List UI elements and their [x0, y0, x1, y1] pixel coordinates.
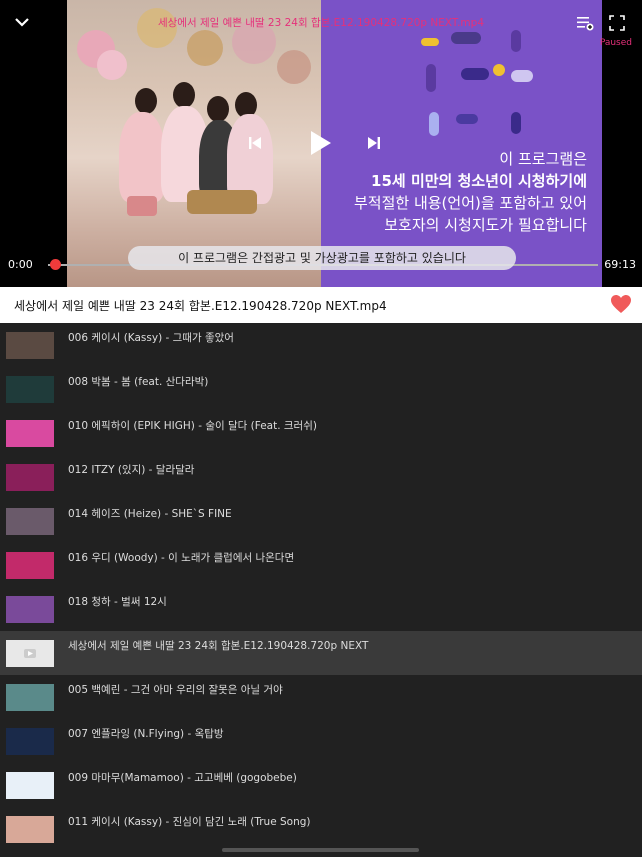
list-item-label: 005 백예린 - 그건 아마 우리의 잘못은 아닐 거야: [68, 684, 283, 696]
thumbnail: [6, 332, 54, 359]
list-item-label: 018 청하 - 벌써 12시: [68, 596, 167, 608]
thumbnail: [6, 464, 54, 491]
list-item-label: 009 마마무(Mamamoo) - 고고베베 (gogobebe): [68, 772, 297, 784]
previous-icon[interactable]: [244, 132, 266, 154]
rating-line-4: 보호자의 시청지도가 필요합니다: [384, 216, 587, 234]
collapse-chevron-icon[interactable]: [12, 12, 32, 32]
list-item[interactable]: 018 청하 - 벌써 12시: [0, 587, 642, 631]
rating-notice: 이 프로그램은 15세 미만의 청소년이 시청하기에 부적절한 내용(언어)을 …: [347, 148, 587, 236]
thumbnail: [6, 596, 54, 623]
list-item-label: 010 에픽하이 (EPIK HIGH) - 술이 달다 (Feat. 크러쉬): [68, 420, 317, 432]
list-item[interactable]: 012 ITZY (있지) - 달라달라: [0, 455, 642, 499]
list-item-label: 세상에서 제일 예쁜 내딸 23 24회 합본.E12.190428.720p …: [68, 640, 369, 652]
list-item-label: 014 헤이즈 (Heize) - SHE`S FINE: [68, 508, 232, 520]
thumbnail: [6, 640, 54, 667]
list-item-label: 016 우디 (Woody) - 이 노래가 클럽에서 나온다면: [68, 552, 295, 564]
list-item[interactable]: 016 우디 (Woody) - 이 노래가 클럽에서 나온다면: [0, 543, 642, 587]
thumbnail: [6, 816, 54, 843]
overlay-title: 세상에서 제일 예쁜 내딸 23 24회 합본.E12.190428.720p …: [157, 17, 485, 29]
current-time: 0:00: [8, 258, 33, 271]
list-item[interactable]: 014 헤이즈 (Heize) - SHE`S FINE: [0, 499, 642, 543]
rating-line-3: 부적절한 내용(언어)을 포함하고 있어: [353, 194, 587, 212]
list-item[interactable]: 006 케이시 (Kassy) - 그때가 좋았어: [0, 323, 642, 367]
home-indicator[interactable]: [222, 848, 419, 852]
playback-status: Paused: [599, 38, 632, 48]
video-frame-scene: [67, 0, 321, 287]
list-item[interactable]: 008 박봄 - 봄 (feat. 산다라박): [0, 367, 642, 411]
list-item-label: 007 엔플라잉 (N.Flying) - 옥탑방: [68, 728, 224, 740]
list-item-label: 012 ITZY (있지) - 달라달라: [68, 464, 195, 476]
list-item[interactable]: 세상에서 제일 예쁜 내딸 23 24회 합본.E12.190428.720p …: [0, 631, 642, 675]
thumbnail: [6, 420, 54, 447]
thumbnail: [6, 728, 54, 755]
thumbnail: [6, 552, 54, 579]
play-icon[interactable]: [306, 128, 336, 158]
next-icon[interactable]: [363, 132, 385, 154]
now-playing-bar: 세상에서 제일 예쁜 내딸 23 24회 합본.E12.190428.720p …: [0, 287, 642, 323]
thumbnail: [6, 376, 54, 403]
list-item-label: 008 박봄 - 봄 (feat. 산다라박): [68, 376, 209, 388]
playlist: 006 케이시 (Kassy) - 그때가 좋았어 008 박봄 - 봄 (fea…: [0, 323, 642, 851]
fullscreen-icon[interactable]: [606, 12, 628, 34]
list-item-label: 006 케이시 (Kassy) - 그때가 좋았어: [68, 332, 234, 344]
list-item[interactable]: 009 마마무(Mamamoo) - 고고베베 (gogobebe): [0, 763, 642, 807]
thumbnail: [6, 684, 54, 711]
list-item[interactable]: 005 백예린 - 그건 아마 우리의 잘못은 아닐 거야: [0, 675, 642, 719]
now-playing-title: 세상에서 제일 예쁜 내딸 23 24회 합본.E12.190428.720p …: [14, 299, 387, 313]
total-time: 69:13: [604, 258, 636, 271]
list-item-label: 011 케이시 (Kassy) - 진심이 담긴 노래 (True Song): [68, 816, 311, 828]
thumbnail: [6, 772, 54, 799]
playlist-icon[interactable]: [574, 12, 596, 34]
list-item[interactable]: 007 엔플라잉 (N.Flying) - 옥탑방: [0, 719, 642, 763]
video-player[interactable]: 이 프로그램은 15세 미만의 청소년이 시청하기에 부적절한 내용(언어)을 …: [0, 0, 642, 287]
thumbnail: [6, 508, 54, 535]
ad-notice: 이 프로그램은 간접광고 및 가상광고를 포함하고 있습니다: [128, 246, 516, 270]
favorite-heart-icon[interactable]: [610, 294, 632, 318]
list-item[interactable]: 010 에픽하이 (EPIK HIGH) - 술이 달다 (Feat. 크러쉬): [0, 411, 642, 455]
rating-line-2: 15세 미만의 청소년이 시청하기에: [371, 172, 587, 190]
seek-handle[interactable]: [50, 259, 61, 270]
list-item[interactable]: 011 케이시 (Kassy) - 진심이 담긴 노래 (True Song): [0, 807, 642, 851]
